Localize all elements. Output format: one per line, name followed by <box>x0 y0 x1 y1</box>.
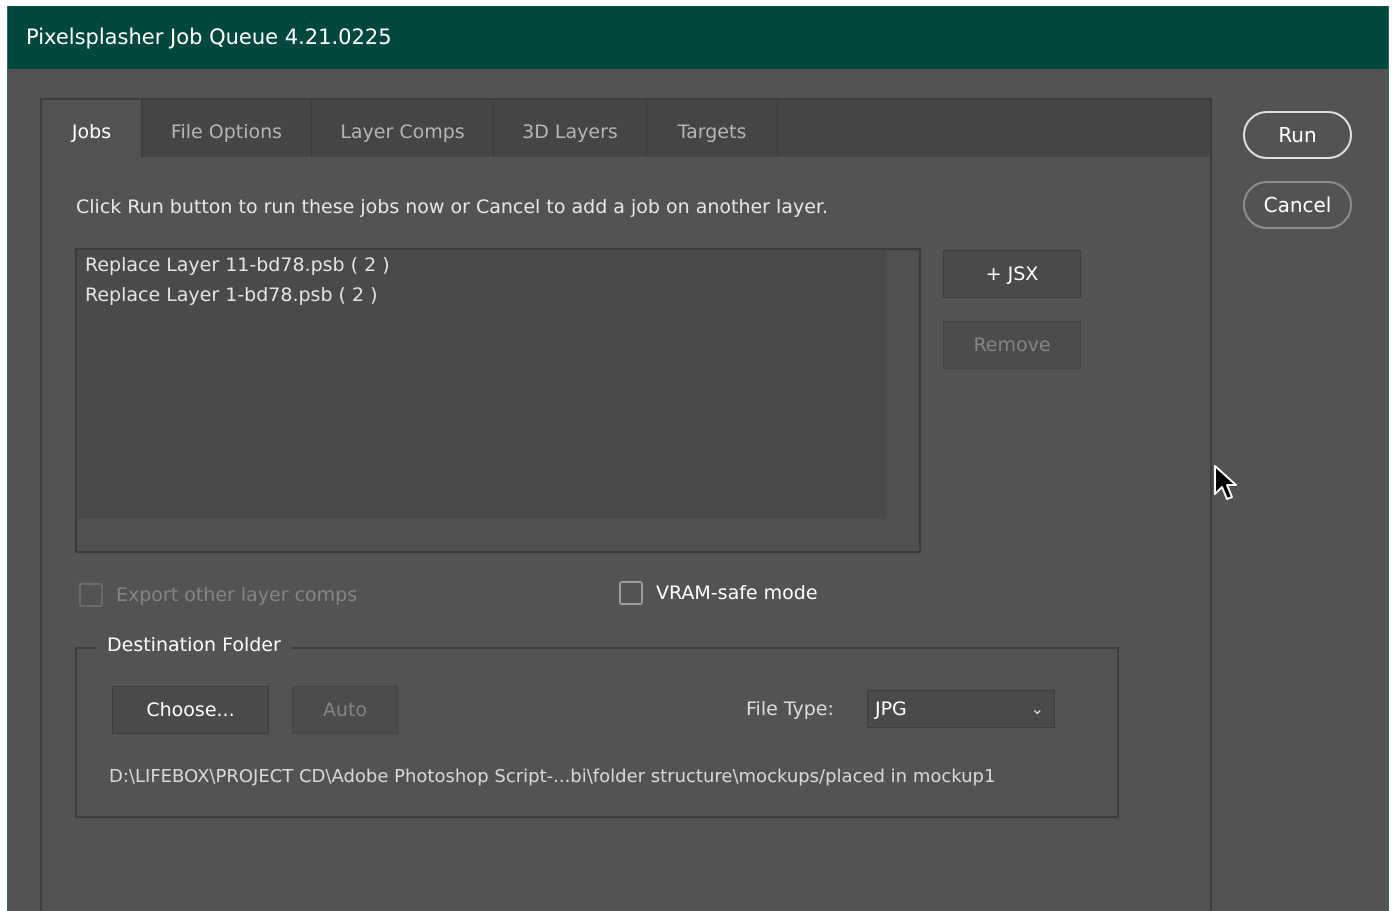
tab-3d-layers[interactable]: 3D Layers <box>494 100 647 157</box>
chevron-down-icon: ⌄ <box>1030 699 1044 718</box>
tab-bar: Jobs File Options Layer Comps 3D Layers … <box>42 100 1210 157</box>
export-other-comps-checkbox[interactable] <box>79 583 103 607</box>
cancel-button[interactable]: Cancel <box>1243 181 1352 229</box>
dialog-window: Pixelsplasher Job Queue 4.21.0225 Jobs F… <box>7 6 1389 911</box>
tab-file-options[interactable]: File Options <box>142 100 312 157</box>
job-list[interactable]: Replace Layer 11-bd78.psb ( 2 ) Replace … <box>75 248 921 553</box>
remove-button[interactable]: Remove <box>943 321 1081 369</box>
tab-jobs[interactable]: Jobs <box>42 100 142 157</box>
job-list-item[interactable]: Replace Layer 11-bd78.psb ( 2 ) <box>85 254 390 276</box>
run-button[interactable]: Run <box>1243 111 1352 159</box>
destination-folder-group: Destination Folder Choose... Auto File T… <box>75 634 1119 818</box>
choose-folder-button[interactable]: Choose... <box>112 686 269 734</box>
file-type-value: JPG <box>875 698 907 720</box>
tab-panel: Jobs File Options Layer Comps 3D Layers … <box>40 98 1212 911</box>
file-type-select[interactable]: JPG ⌄ <box>867 690 1055 728</box>
auto-button[interactable]: Auto <box>292 686 398 734</box>
vram-safe-checkbox[interactable] <box>619 581 643 605</box>
vram-safe-label: VRAM-safe mode <box>656 582 818 604</box>
export-other-comps-option[interactable]: Export other layer comps <box>79 582 357 608</box>
vram-safe-option[interactable]: VRAM-safe mode <box>619 580 818 606</box>
vertical-scrollbar[interactable] <box>887 250 919 551</box>
horizontal-scrollbar[interactable] <box>77 519 919 551</box>
tab-targets[interactable]: Targets <box>647 100 778 157</box>
export-other-comps-label: Export other layer comps <box>116 584 358 606</box>
job-list-item[interactable]: Replace Layer 1-bd78.psb ( 2 ) <box>85 284 378 306</box>
add-jsx-button[interactable]: + JSX <box>943 250 1081 298</box>
tab-layer-comps[interactable]: Layer Comps <box>312 100 494 157</box>
instructions-text: Click Run button to run these jobs now o… <box>76 196 828 218</box>
destination-path: D:\LIFEBOX\PROJECT CD\Adobe Photoshop Sc… <box>109 766 996 787</box>
destination-folder-legend: Destination Folder <box>97 634 291 656</box>
file-type-label: File Type: <box>746 698 834 720</box>
mouse-pointer-icon <box>1214 465 1237 500</box>
window-title: Pixelsplasher Job Queue 4.21.0225 <box>8 6 1388 69</box>
